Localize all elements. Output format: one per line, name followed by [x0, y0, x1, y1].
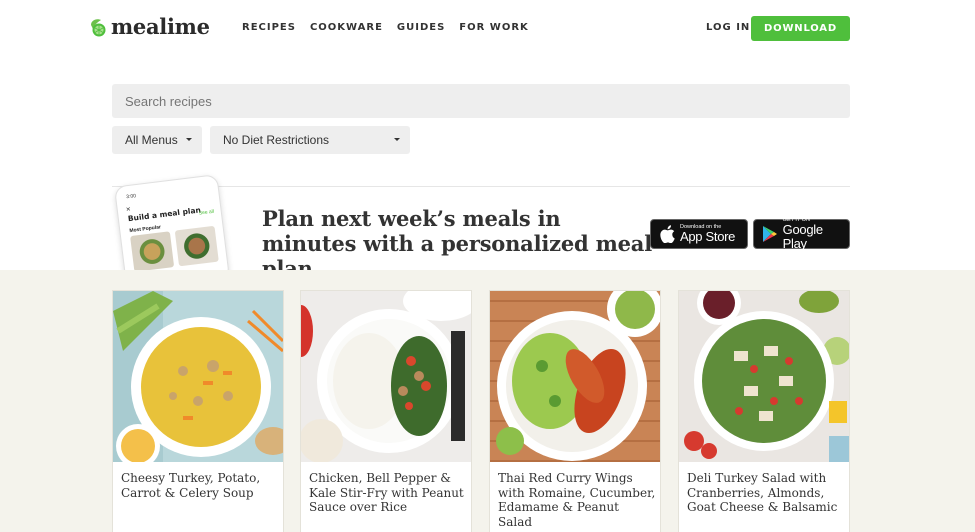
app-store-big-text: App Store	[680, 229, 736, 244]
recipe-image	[490, 291, 660, 462]
nav-recipes[interactable]: RECIPES	[242, 22, 296, 33]
google-play-big-text: Google Play	[782, 222, 823, 251]
phone-time: 3:00	[125, 193, 137, 201]
recipe-title: Thai Red Curry Wings with Romaine, Cucum…	[498, 471, 656, 529]
nav-for-work[interactable]: FOR WORK	[459, 22, 529, 33]
phone-recipe-image	[130, 231, 175, 272]
recipe-title: Chicken, Bell Pepper & Kale Stir-Fry wit…	[309, 471, 464, 514]
phone-title: Build a meal plan	[127, 205, 202, 224]
diet-filter-value: No Diet Restrictions	[223, 133, 330, 147]
phone-see-all: See all	[198, 208, 215, 217]
google-play-button[interactable]: GET IT ON Google Play	[753, 217, 850, 251]
nav-cookware[interactable]: COOKWARE	[310, 22, 383, 33]
caret-down-icon	[394, 138, 400, 141]
main-nav: RECIPES COOKWARE GUIDES FOR WORK	[242, 22, 543, 33]
site-header: mealime RECIPES COOKWARE GUIDES FOR WORK…	[0, 0, 975, 56]
recipe-image	[679, 291, 849, 462]
download-button[interactable]: DOWNLOAD	[751, 16, 850, 41]
app-store-button[interactable]: Download on the App Store	[650, 219, 748, 249]
caret-down-icon	[186, 138, 192, 141]
logo-text: mealime	[111, 14, 210, 39]
close-icon: ✕	[125, 206, 132, 214]
diet-filter-select[interactable]: No Diet Restrictions	[210, 126, 410, 154]
recipe-card[interactable]: Deli Turkey Salad with Cranberries, Almo…	[678, 290, 850, 532]
menu-filter-value: All Menus	[125, 133, 178, 147]
recipe-card[interactable]: Chicken, Bell Pepper & Kale Stir-Fry wit…	[300, 290, 472, 532]
recipe-card[interactable]: Cheesy Turkey, Potato, Carrot & Celery S…	[112, 290, 284, 532]
section-divider	[112, 186, 850, 187]
phone-recipe-image	[174, 225, 219, 267]
search-input[interactable]	[112, 84, 850, 118]
login-link[interactable]: LOG IN	[706, 22, 750, 33]
menu-filter-select[interactable]: All Menus	[112, 126, 202, 154]
google-play-icon	[761, 224, 779, 244]
recipe-title: Deli Turkey Salad with Cranberries, Almo…	[687, 471, 838, 514]
recipe-image	[301, 291, 471, 462]
nav-guides[interactable]: GUIDES	[397, 22, 445, 33]
recipe-image	[113, 291, 283, 462]
mealime-logo[interactable]: mealime	[89, 14, 210, 39]
recipe-title: Cheesy Turkey, Potato, Carrot & Celery S…	[121, 471, 261, 500]
recipe-card[interactable]: Thai Red Curry Wings with Romaine, Cucum…	[489, 290, 661, 532]
lime-leaf-icon	[89, 17, 107, 37]
apple-icon	[658, 224, 676, 244]
